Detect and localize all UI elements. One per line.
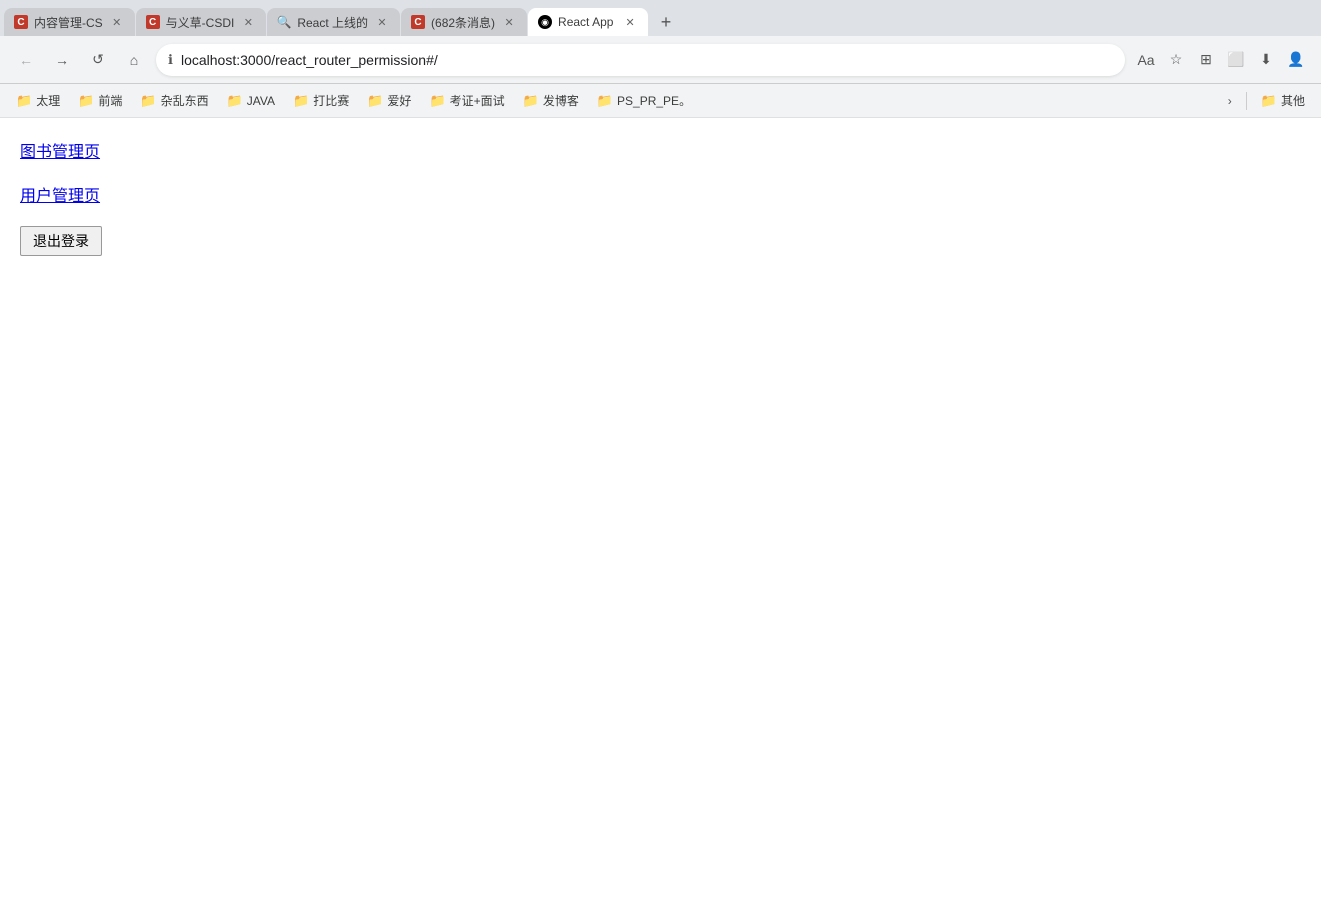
folder-icon: 📁 [227,93,243,109]
folder-icon: 📁 [1261,93,1277,109]
tab-close-button[interactable]: ✕ [109,14,125,30]
tab-close-button[interactable]: ✕ [622,14,638,30]
bookmark-separator [1246,92,1247,110]
folder-icon: 📁 [597,93,613,109]
forward-button[interactable]: → [48,46,76,74]
download-icon[interactable]: ⬇ [1253,47,1279,73]
tab-favicon: C [14,15,28,29]
folder-icon: 📁 [140,93,156,109]
profile-icon[interactable]: 👤 [1283,47,1309,73]
new-tab-button[interactable]: + [652,8,680,36]
browser-chrome: C 内容管理-CS ✕ C 与义草-CSDI ✕ 🔍 React 上线的 ✕ C… [0,0,1321,118]
bookmark-label: 前端 [98,92,122,109]
page-link-图书管理页[interactable]: 图书管理页 [20,138,1301,162]
bookmark-label: 太理 [36,92,60,109]
bookmarks-bar: 📁 太理 📁 前端 📁 杂乱东西 📁 JAVA 📁 打比赛 📁 爱好 📁 考证+… [0,84,1321,118]
tab-favicon: C [411,15,425,29]
logout-button[interactable]: 退出登录 [20,226,102,256]
back-button[interactable]: ← [12,46,40,74]
address-bar: ← → ↺ ⌂ ℹ localhost:3000/react_router_pe… [0,36,1321,84]
tab-label: 与义草-CSDI [166,14,235,31]
home-button[interactable]: ⌂ [120,46,148,74]
page-link-用户管理页[interactable]: 用户管理页 [20,182,1301,206]
reload-button[interactable]: ↺ [84,46,112,74]
bookmark-label: JAVA [247,94,275,108]
tab-label: React 上线的 [297,14,368,31]
favorites-icon[interactable]: ☆ [1163,47,1189,73]
browser-tab-tab3[interactable]: 🔍 React 上线的 ✕ [267,8,400,36]
folder-icon: 📁 [293,93,309,109]
address-icons: Aa ☆ ⊞ ⬜ ⬇ 👤 [1133,47,1309,73]
bookmark-label: 杂乱东西 [161,92,209,109]
bookmark-label: 打比赛 [313,92,349,109]
bookmarks-more-button[interactable]: › [1220,90,1240,112]
bookmark-item-前端[interactable]: 📁 前端 [70,88,130,113]
page-content: 图书管理页用户管理页 退出登录 [0,118,1321,818]
bookmark-item-爱好[interactable]: 📁 爱好 [359,88,419,113]
bookmark-item-考证+面试[interactable]: 📁 考证+面试 [421,88,512,113]
tab-favicon: 🔍 [277,15,291,29]
folder-icon: 📁 [429,93,445,109]
browser-tab-tab5[interactable]: ◉ React App ✕ [528,8,648,36]
folder-icon: 📁 [523,93,539,109]
browser-tab-tab1[interactable]: C 内容管理-CS ✕ [4,8,135,36]
bookmark-label: 发博客 [543,92,579,109]
address-input-wrap[interactable]: ℹ localhost:3000/react_router_permission… [156,44,1125,76]
bookmark-list-icon[interactable]: ⊞ [1193,47,1219,73]
bookmark-item-打比赛[interactable]: 📁 打比赛 [285,88,357,113]
tab-close-button[interactable]: ✕ [374,14,390,30]
bookmark-item-太理[interactable]: 📁 太理 [8,88,68,113]
read-mode-icon[interactable]: Aa [1133,47,1159,73]
bookmark-label: PS_PR_PE。 [617,92,691,109]
tab-favicon: ◉ [538,15,552,29]
info-icon: ℹ [168,52,173,68]
folder-icon: 📁 [16,93,32,109]
bookmark-label-other: 其他 [1281,92,1305,109]
bookmark-item-other[interactable]: 📁 其他 [1253,88,1313,113]
address-url: localhost:3000/react_router_permission#/ [181,52,1113,68]
bookmark-item-杂乱东西[interactable]: 📁 杂乱东西 [132,88,216,113]
folder-icon: 📁 [367,93,383,109]
bookmark-label: 爱好 [387,92,411,109]
folder-icon: 📁 [78,93,94,109]
tab-label: 内容管理-CS [34,14,103,31]
bookmark-item-PS_PR_PE。[interactable]: 📁 PS_PR_PE。 [589,88,699,113]
tab-close-button[interactable]: ✕ [240,14,256,30]
tab-close-button[interactable]: ✕ [501,14,517,30]
tab-label: React App [558,15,616,29]
bookmark-item-JAVA[interactable]: 📁 JAVA [219,89,283,113]
tab-bar: C 内容管理-CS ✕ C 与义草-CSDI ✕ 🔍 React 上线的 ✕ C… [0,0,1321,36]
screenshot-icon[interactable]: ⬜ [1223,47,1249,73]
bookmark-item-发博客[interactable]: 📁 发博客 [515,88,587,113]
browser-tab-tab2[interactable]: C 与义草-CSDI ✕ [136,8,267,36]
browser-tab-tab4[interactable]: C (682条消息) ✕ [401,8,527,36]
tab-favicon: C [146,15,160,29]
tab-label: (682条消息) [431,14,495,31]
bookmark-label: 考证+面试 [450,92,505,109]
